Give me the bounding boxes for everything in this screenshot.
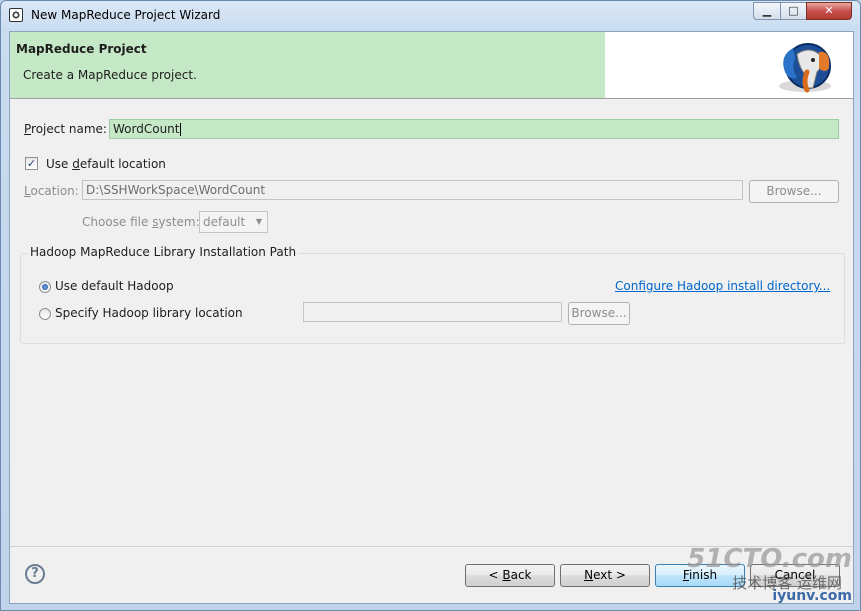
- configure-hadoop-link[interactable]: Configure Hadoop install directory...: [615, 279, 830, 293]
- location-input: D:\SSHWorkSpace\WordCount: [82, 180, 743, 200]
- use-default-hadoop-radio[interactable]: [39, 281, 51, 293]
- title-bar[interactable]: New MapReduce Project Wizard ▁ □ ✕: [1, 1, 860, 29]
- hadoop-path-input: [303, 302, 562, 322]
- hadoop-group-title: Hadoop MapReduce Library Installation Pa…: [28, 245, 299, 259]
- eclipse-app-icon: [9, 8, 23, 22]
- site-watermark: 51CTO.com 技术博客 运维网 iyunv.com: [687, 544, 852, 604]
- close-button[interactable]: ✕: [806, 2, 852, 20]
- maximize-button[interactable]: □: [780, 2, 807, 20]
- wizard-client-area: MapReduce Project Create a MapReduce pro…: [9, 31, 854, 604]
- wizard-window: New MapReduce Project Wizard ▁ □ ✕ MapRe…: [0, 0, 861, 611]
- banner-title: MapReduce Project: [16, 42, 147, 56]
- file-system-select: default ▼: [199, 211, 268, 233]
- file-system-label: Choose file system:: [82, 215, 200, 229]
- next-button[interactable]: Next >: [560, 564, 650, 587]
- project-name-label: Project name:: [24, 122, 107, 136]
- use-default-location-checkbox[interactable]: ✓: [25, 157, 38, 170]
- project-name-input[interactable]: WordCount: [109, 119, 839, 139]
- specify-hadoop-label[interactable]: Specify Hadoop library location: [55, 306, 243, 320]
- help-icon[interactable]: ?: [25, 564, 45, 584]
- use-default-hadoop-label[interactable]: Use default Hadoop: [55, 279, 174, 293]
- location-label: Location:: [24, 184, 79, 198]
- location-browse-button: Browse...: [749, 180, 839, 203]
- watermark-line1: 51CTO.com: [687, 544, 852, 574]
- hadoop-browse-button: Browse...: [568, 302, 630, 325]
- specify-hadoop-radio[interactable]: [39, 308, 51, 320]
- chevron-down-icon: ▼: [255, 217, 262, 226]
- banner-description: Create a MapReduce project.: [23, 68, 197, 82]
- minimize-button[interactable]: ▁: [753, 2, 781, 20]
- window-title: New MapReduce Project Wizard: [31, 8, 221, 22]
- back-button[interactable]: < Back: [465, 564, 555, 587]
- hadoop-elephant-icon: [779, 43, 831, 93]
- banner-title-area: MapReduce Project Create a MapReduce pro…: [10, 32, 605, 98]
- hadoop-library-group: [20, 253, 845, 344]
- watermark-line3: iyunv.com: [772, 588, 852, 604]
- use-default-location-label[interactable]: Use default location: [46, 157, 166, 171]
- wizard-banner: MapReduce Project Create a MapReduce pro…: [10, 32, 853, 99]
